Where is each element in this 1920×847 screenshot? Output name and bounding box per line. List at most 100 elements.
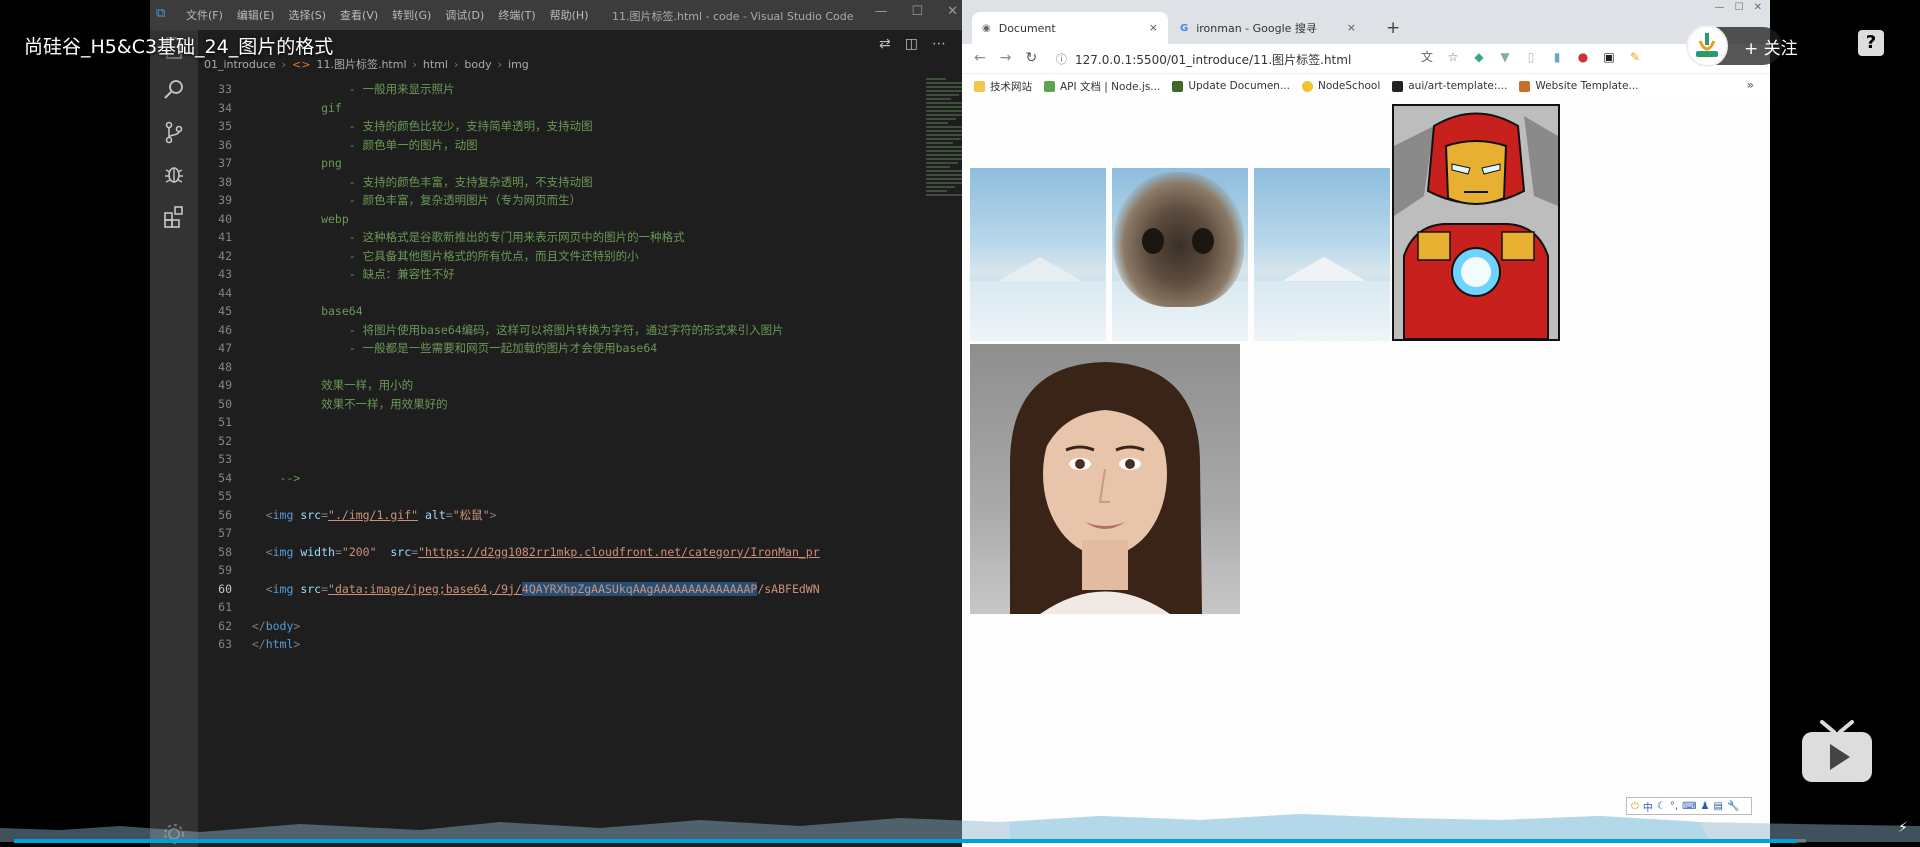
code-line[interactable]: 59 [198,561,878,580]
code-line[interactable]: 51 [198,413,878,432]
extension-icon[interactable]: ▯ [1524,50,1538,64]
line-number: 41 [218,230,232,244]
bookmark-item[interactable]: 技术网站 [974,79,1032,94]
menu-item[interactable]: 文件(F) [186,7,223,23]
breadcrumb-item[interactable]: img [508,58,529,71]
code-line[interactable]: 43 - 缺点：兼容性不好 [198,265,878,284]
code-line[interactable]: 49 效果一样，用小的 [198,376,878,395]
code-line[interactable]: 57 [198,524,878,543]
code-line[interactable]: 33 - 一般用来显示照片 [198,80,878,99]
menu-item[interactable]: 帮助(H) [550,7,589,23]
minimize-icon[interactable]: — [1715,2,1725,13]
code-line[interactable]: 62 </body> [198,617,878,636]
open-changes-icon[interactable]: ⇄ [879,36,891,52]
extension-icon[interactable]: ▮ [1550,50,1564,64]
extension-icon[interactable]: ▣ [1602,50,1616,64]
menu-item[interactable]: 转到(G) [392,7,431,23]
url-text: 127.0.0.1:5500/01_introduce/11.图片标签.html [1075,52,1352,67]
bookmark-item[interactable]: NodeSchool [1301,80,1380,92]
menu-item[interactable]: 终端(T) [498,7,535,23]
minimap[interactable] [926,76,962,216]
code-line[interactable]: 58 <img width="200" src="https://d2gg108… [198,543,878,562]
code-line[interactable]: 46 - 将图片使用base64编码，这样可以将图片转换为字符，通过字符的形式来… [198,321,878,340]
extension-icon[interactable]: ✎ [1628,50,1642,64]
menu-item[interactable]: 选择(S) [288,7,326,23]
minimize-icon[interactable]: — [874,4,887,19]
close-tab-icon[interactable]: × [1149,21,1158,34]
debug-icon[interactable] [158,158,190,190]
code-line[interactable]: 36 - 颜色单一的图片，动图 [198,136,878,155]
code-line[interactable]: 44 [198,284,878,303]
address-bar[interactable]: ⓘ 127.0.0.1:5500/01_introduce/11.图片标签.ht… [1056,47,1374,71]
code-line[interactable]: 48 [198,358,878,377]
code-line[interactable]: 53 [198,450,878,469]
code-line[interactable]: 54 --> [198,469,878,488]
seek-handle-icon[interactable]: ⚡ [1898,820,1908,836]
code-line[interactable]: 41 - 这种格式是谷歌新推出的专门用来表示网页中的图片的一种格式 [198,228,878,247]
code-line[interactable]: 37 png [198,154,878,173]
code-line[interactable]: 63 </html> [198,635,878,654]
code-line[interactable]: 61 [198,598,878,617]
reload-icon[interactable]: ↻ [1025,50,1037,66]
progress-bar[interactable] [14,839,1806,843]
code-line[interactable]: 34 gif [198,99,878,118]
tab-ironman-search[interactable]: G ironman - Google 搜寻 × [1170,12,1366,44]
bookmark-item[interactable]: Website Template... [1519,80,1639,92]
code-lines[interactable]: 33 - 一般用来显示照片 34 gif 35 - 支持的颜色比较少，支持简单透明，… [198,80,878,654]
bookmark-item[interactable]: aui/art-template:... [1392,80,1507,92]
breadcrumb-item[interactable]: html [423,58,448,71]
extension-icon[interactable]: ● [1576,50,1590,64]
code-text: 效果不一样，用效果好的 [238,395,878,414]
back-icon[interactable]: ← [974,50,986,66]
more-actions-icon[interactable]: ⋯ [932,36,946,52]
bookmarks-more[interactable]: » [1747,78,1754,92]
code-line[interactable]: 56 <img src="./img/1.gif" alt="松鼠"> [198,506,878,525]
close-icon[interactable]: ✕ [947,4,958,19]
help-button[interactable]: ? [1858,30,1884,56]
split-editor-icon[interactable]: ◫ [905,36,918,52]
code-line[interactable]: 50 效果不一样，用效果好的 [198,395,878,414]
page-viewport[interactable]: selfservicehope.tumblr ⏻ 中 ☾ °, ⌨ ♟ ▤ 🔧 [962,98,1770,847]
bookmark-item[interactable]: Update Documen... [1172,80,1290,92]
code-line[interactable]: 55 [198,487,878,506]
menu-item[interactable]: 编辑(E) [237,7,275,23]
line-number: 63 [218,637,232,651]
code-line[interactable]: 40 webp [198,210,878,229]
code-line[interactable]: 52 [198,432,878,451]
code-token: img [272,544,294,559]
close-icon[interactable]: ✕ [1754,2,1762,13]
play-button[interactable] [1800,718,1874,786]
maximize-icon[interactable]: ☐ [911,4,923,19]
code-line[interactable]: 35 - 支持的颜色比较少，支持简单透明，支持动图 [198,117,878,136]
uploader-avatar[interactable] [1686,25,1728,67]
line-number: 38 [218,174,232,189]
line-number: 51 [218,415,232,429]
code-line[interactable]: 39 - 颜色丰富，复杂透明图片（专为网页而生） [198,191,878,210]
breadcrumb-item[interactable]: body [464,58,491,71]
maximize-icon[interactable]: ☐ [1735,2,1744,13]
code-line[interactable]: 42 - 它具备其他图片格式的所有优点，而且文件还特别的小 [198,247,878,266]
breadcrumb-item[interactable]: 01_introduce [204,58,276,71]
code-line[interactable]: 45 base64 [198,302,878,321]
menu-item[interactable]: 查看(V) [340,7,378,23]
tab-document[interactable]: ◉ Document × [972,12,1168,44]
source-control-icon[interactable] [158,116,190,148]
code-line[interactable]: 47 - 一般都是一些需要和网页一起加载的图片才会使用base64 [198,339,878,358]
code-line[interactable]: 60 <img src="data:image/jpeg;base64,/9j/… [198,580,878,599]
forward-icon[interactable]: → [1000,50,1012,66]
extension-icon[interactable]: ▼ [1498,50,1512,64]
new-tab-button[interactable]: + [1386,18,1400,38]
info-icon[interactable]: ⓘ [1056,51,1067,67]
video-player[interactable]: ⧉ 文件(F) 编辑(E) 选择(S) 查看(V) 转到(G) 调试(D) 终端(T) 帮助(… [0,0,1920,847]
search-icon[interactable] [158,74,190,106]
extension-icon[interactable]: ◆ [1472,50,1486,64]
menu-item[interactable]: 调试(D) [445,7,484,23]
line-number: 60 [218,581,232,596]
bookmark-star-icon[interactable]: ☆ [1446,50,1460,64]
translate-icon[interactable]: 文 [1420,50,1434,64]
code-editor[interactable]: 01_introduce › <> 11.图片标签.html › html › … [198,30,962,847]
close-tab-icon[interactable]: × [1347,21,1356,34]
code-line[interactable]: 38 - 支持的颜色丰富，支持复杂透明，不支持动图 [198,173,878,192]
extensions-icon[interactable] [158,200,190,232]
bookmark-item[interactable]: API 文档 | Node.js... [1044,79,1160,94]
